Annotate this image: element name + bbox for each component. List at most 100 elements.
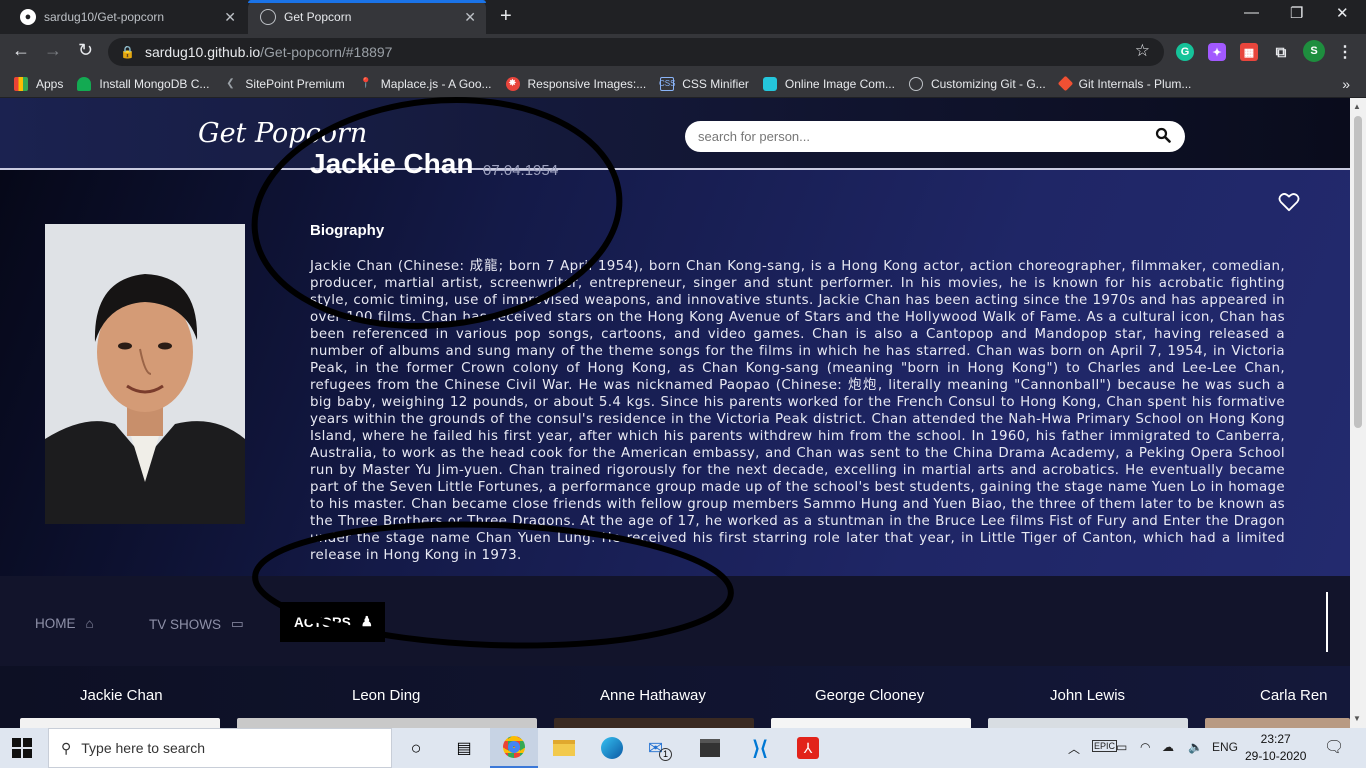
bookmark-label: Maplace.js - A Goo... [380, 76, 492, 91]
tray-app-icon[interactable]: EPIC [1092, 740, 1118, 752]
scrollbar-thumb[interactable] [1354, 116, 1362, 428]
bookmark-apps[interactable]: Apps [14, 76, 64, 91]
bookmark-customizing-git[interactable]: Customizing Git - G... [908, 76, 1046, 91]
site-header: Get Popcorn [0, 98, 1350, 170]
grammarly-extension-icon[interactable]: G [1176, 43, 1194, 61]
page-scrollbar[interactable]: ▲ ▼ [1350, 98, 1366, 728]
mail-icon[interactable]: ✉ 1 [636, 728, 684, 768]
nav-actors[interactable]: ACTORS ♟ [280, 602, 385, 642]
mongodb-leaf-icon [77, 76, 92, 91]
new-tab-button[interactable]: + [500, 5, 512, 28]
bookmark-image-compressor[interactable]: Online Image Com... [762, 76, 895, 91]
person-card-name[interactable]: George Clooney [815, 687, 924, 704]
taskbar-clock[interactable]: 23:27 29-10-2020 [1245, 731, 1306, 765]
people-carousel: Jackie Chan Leon Ding Anne Hathaway Geor… [0, 666, 1350, 728]
battery-icon[interactable]: ▭ [1116, 740, 1127, 754]
person-card-name[interactable]: John Lewis [1050, 687, 1125, 704]
volume-icon[interactable]: 🔈 [1188, 740, 1203, 754]
person-card-name[interactable]: Carla Ren [1260, 687, 1328, 704]
person-card-name[interactable]: Leon Ding [352, 687, 420, 704]
windows-start-icon[interactable] [12, 738, 32, 763]
wifi-icon[interactable]: ◠ [1140, 740, 1150, 754]
bookmark-git-internals[interactable]: Git Internals - Plum... [1057, 75, 1191, 92]
favorite-heart-icon[interactable] [1278, 192, 1300, 217]
profile-avatar[interactable]: S [1303, 40, 1325, 62]
cortana-icon[interactable]: ○ [392, 728, 440, 768]
task-view-icon[interactable]: ▤ [440, 728, 488, 768]
store-icon[interactable] [686, 728, 734, 768]
tab-get-popcorn[interactable]: Get Popcorn ✕ [248, 0, 486, 34]
onedrive-icon[interactable]: ☁ [1162, 740, 1174, 754]
tab-strip: ● sardug10/Get-popcorn ✕ Get Popcorn ✕ +… [0, 0, 1366, 34]
close-tab-icon[interactable]: ✕ [464, 9, 476, 26]
tab-github[interactable]: ● sardug10/Get-popcorn ✕ [8, 0, 246, 34]
bookmark-label: Install MongoDB C... [99, 76, 210, 91]
bookmark-sitepoint[interactable]: ❮ SitePoint Premium [223, 77, 345, 91]
monitor-icon: ▭ [231, 616, 244, 631]
maximize-button[interactable]: ❐ [1290, 4, 1303, 22]
bookmark-mongodb[interactable]: Install MongoDB C... [77, 76, 210, 91]
search-icon[interactable] [1155, 127, 1171, 148]
address-bar[interactable]: 🔒 sardug10.github.io /Get-popcorn/#18897… [108, 38, 1164, 66]
tab-title: sardug10/Get-popcorn [44, 10, 165, 24]
forward-button[interactable]: → [44, 40, 62, 61]
clock-date: 29-10-2020 [1245, 749, 1307, 763]
clock-time: 23:27 [1260, 732, 1291, 746]
person-card-image[interactable] [1205, 718, 1350, 728]
grid-extension-icon[interactable]: ▦ [1240, 43, 1258, 61]
chrome-taskbar-icon[interactable] [490, 728, 538, 768]
bookmark-responsive-images[interactable]: ✸ Responsive Images:... [505, 76, 646, 91]
lock-icon: 🔒 [120, 45, 135, 59]
person-card-image[interactable] [237, 718, 537, 728]
sitepoint-icon: ❮ [226, 78, 235, 89]
vscode-icon[interactable]: ⟩⟨ [736, 728, 784, 768]
tab-title: Get Popcorn [284, 10, 352, 24]
scroll-up-arrow-icon[interactable]: ▲ [1353, 102, 1361, 111]
taskbar-search-box[interactable]: ⚲ Type here to search [48, 728, 392, 768]
close-tab-icon[interactable]: ✕ [224, 9, 236, 26]
person-card-name[interactable]: Anne Hathaway [600, 687, 706, 704]
person-detail: Jackie Chan 07.04.1954 Biography Jackie … [0, 148, 1350, 576]
acrobat-icon[interactable]: ⅄ [784, 728, 832, 768]
person-card-image[interactable] [771, 718, 971, 728]
scroll-down-arrow-icon[interactable]: ▼ [1353, 714, 1361, 723]
tray-chevron-icon[interactable]: ︿ [1068, 740, 1080, 757]
close-window-button[interactable]: ✕ [1336, 4, 1349, 22]
bookmark-label: Apps [36, 76, 64, 91]
bookmark-star-icon[interactable]: ☆ [1135, 41, 1150, 61]
person-name: Jackie Chan [310, 148, 474, 179]
mail-badge: 1 [659, 747, 673, 761]
chrome-menu-icon[interactable]: ⋮ [1336, 43, 1354, 61]
person-icon: ♟ [360, 614, 373, 629]
site-logo[interactable]: Get Popcorn [198, 118, 367, 149]
minimize-button[interactable]: — [1244, 4, 1259, 21]
map-pin-icon: 📍 [359, 78, 372, 89]
language-indicator[interactable]: ENG [1212, 740, 1238, 754]
more-bookmarks-chevron-icon[interactable]: » [1342, 76, 1350, 92]
figma-extension-icon[interactable]: ✦ [1208, 43, 1226, 61]
globe-icon [908, 76, 923, 91]
search-input[interactable] [698, 129, 1138, 144]
bookmark-label: CSS Minifier [682, 76, 749, 91]
person-card-image[interactable] [988, 718, 1188, 728]
extensions-puzzle-icon[interactable]: ⧉ [1272, 43, 1290, 61]
github-icon: ● [20, 9, 36, 25]
edge-icon[interactable] [588, 728, 636, 768]
url-path: /Get-popcorn/#18897 [260, 44, 393, 60]
person-card-name[interactable]: Jackie Chan [80, 687, 163, 704]
nav-tv-shows[interactable]: TV SHOWS ▭ [149, 616, 244, 632]
reload-button[interactable]: ↻ [78, 40, 93, 61]
carousel-scroll-indicator[interactable] [1326, 592, 1328, 652]
person-card-image[interactable] [554, 718, 754, 728]
back-button[interactable]: ← [12, 40, 30, 61]
bookmark-css-minifier[interactable]: CSS CSS Minifier [659, 76, 749, 91]
file-explorer-icon[interactable] [540, 728, 588, 768]
nav-home[interactable]: HOME ⌂ [35, 616, 94, 631]
notifications-icon[interactable]: 🗨 [1324, 737, 1344, 757]
bookmark-maplace[interactable]: 📍 Maplace.js - A Goo... [359, 77, 492, 91]
bookmark-label: Online Image Com... [784, 76, 895, 91]
home-icon: ⌂ [85, 616, 94, 631]
person-card-image[interactable] [20, 718, 220, 728]
biography-heading: Biography [310, 222, 385, 239]
page-viewport: Get Popcorn Jackie Chan 07.04.1 [0, 98, 1350, 728]
